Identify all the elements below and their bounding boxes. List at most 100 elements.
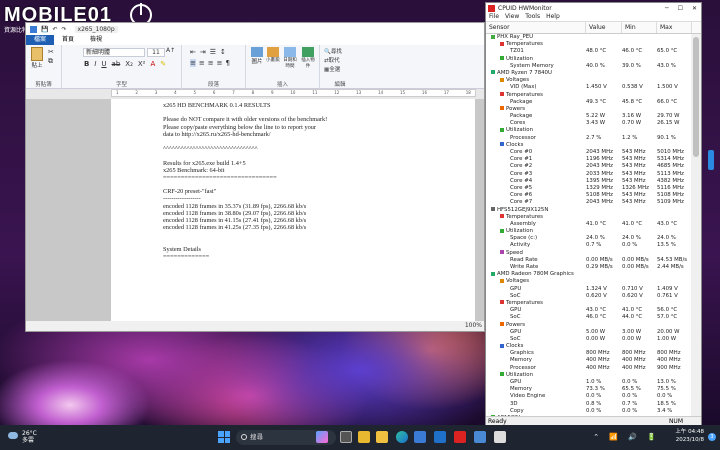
paint-drawing-button[interactable]: 小畫家繪圖: [266, 47, 280, 63]
sensor-tree[interactable]: PHX Ray_PEU Temperatures TZ01 48.0 °C 46.0 °…: [486, 34, 692, 418]
italic-icon[interactable]: I: [94, 60, 96, 68]
font-family-select[interactable]: 新細明體: [83, 48, 145, 57]
document-page[interactable]: x265 HD BENCHMARK 0.1.4 RESULTS Please do…: [111, 99, 475, 321]
scrollbar-thumb[interactable]: [693, 37, 699, 157]
insert-object-button[interactable]: 插入物件: [300, 47, 316, 69]
explorer-icon[interactable]: [358, 431, 370, 443]
side-panel-handle[interactable]: [708, 150, 714, 170]
text-color-icon[interactable]: A: [151, 60, 156, 68]
sensor-row[interactable]: Voltages: [486, 278, 692, 285]
hwmonitor-taskbar-icon[interactable]: [454, 431, 466, 443]
font-size-select[interactable]: 11: [147, 48, 165, 57]
sensor-row[interactable]: Memory 400 MHz 400 MHz 400 MHz: [486, 357, 692, 364]
store-icon[interactable]: [414, 431, 426, 443]
datetime-button[interactable]: 日期和時間: [282, 47, 298, 69]
document-area[interactable]: x265 HD BENCHMARK 0.1.4 RESULTS Please do…: [26, 99, 484, 321]
tab-view[interactable]: 檢視: [82, 35, 110, 45]
sensor-row[interactable]: Package 49.3 °C 45.8 °C 66.0 °C: [486, 99, 692, 106]
mail-icon[interactable]: [434, 431, 446, 443]
sensor-row[interactable]: 3D 0.8 % 0.7 % 18.5 %: [486, 401, 692, 408]
sensor-row[interactable]: Core #5 1329 MHz 1326 MHz 5116 MHz: [486, 185, 692, 192]
superscript-icon[interactable]: X²: [138, 60, 146, 68]
sensor-row[interactable]: Space (c:) 24.0 % 24.0 % 24.0 %: [486, 235, 692, 242]
maximize-icon[interactable]: ☐: [678, 5, 683, 12]
sensor-row[interactable]: Powers: [486, 322, 692, 329]
sensor-row[interactable]: GPU 43.0 °C 41.0 °C 56.0 °C: [486, 307, 692, 314]
redo-icon[interactable]: ↷: [62, 26, 67, 33]
sensor-row[interactable]: Read Rate 0.00 MB/s 0.00 MB/s 54.53 MB/s: [486, 257, 692, 264]
sensor-row[interactable]: HFS512GEJ9X125N: [486, 207, 692, 214]
select-all-button[interactable]: ▦全選: [324, 65, 340, 73]
sensor-row[interactable]: Utilization: [486, 127, 692, 134]
align-left-icon[interactable]: ≡: [190, 59, 196, 67]
weather-widget[interactable]: 26°C 多雲: [8, 430, 37, 444]
menu-file[interactable]: File: [489, 13, 499, 21]
subscript-icon[interactable]: X₂: [125, 60, 133, 68]
clock[interactable]: 上午 04:48 2023/10/8: [675, 428, 704, 444]
menu-view[interactable]: View: [505, 13, 519, 21]
copy-icon[interactable]: ⧉: [48, 57, 53, 66]
bold-icon[interactable]: B: [84, 60, 89, 68]
sensor-row[interactable]: AMD Ryzen 7 7840U: [486, 70, 692, 77]
sensor-row[interactable]: Processor 400 MHz 400 MHz 900 MHz: [486, 365, 692, 372]
copilot-icon[interactable]: [316, 431, 328, 443]
picture-button[interactable]: 圖片: [250, 47, 264, 65]
menu-tools[interactable]: Tools: [525, 13, 540, 21]
sensor-row[interactable]: VID (Max) 1.450 V 0.538 V 1.500 V: [486, 84, 692, 91]
quick-save-icon[interactable]: 💾: [41, 26, 48, 33]
sensor-row[interactable]: Core #0 2043 MHz 543 MHz 5010 MHz: [486, 149, 692, 156]
hwmonitor-titlebar[interactable]: CPUID HWMonitor ─ ☐ ✕: [486, 3, 701, 13]
close-icon[interactable]: ✕: [692, 5, 697, 12]
system-tray[interactable]: ⌃ 📶 🔊 🔋: [593, 433, 660, 441]
col-max[interactable]: Max: [657, 22, 692, 33]
sensor-row[interactable]: Video Engine 0.0 % 0.0 % 0.0 %: [486, 393, 692, 400]
sensor-row[interactable]: SoC 0.00 W 0.00 W 1.00 W: [486, 336, 692, 343]
sensor-row[interactable]: SoC 46.0 °C 44.0 °C 57.0 °C: [486, 314, 692, 321]
sensor-row[interactable]: Utilization: [486, 372, 692, 379]
sensor-row[interactable]: SoC 0.620 V 0.620 V 0.761 V: [486, 293, 692, 300]
sensor-row[interactable]: Temperatures: [486, 41, 692, 48]
sensor-row[interactable]: Speed: [486, 250, 692, 257]
sensor-row[interactable]: System Memory 40.0 % 39.0 % 43.0 %: [486, 63, 692, 70]
sensor-row[interactable]: Clocks: [486, 343, 692, 350]
align-right-icon[interactable]: ≡: [208, 59, 214, 67]
paste-button[interactable]: 貼上: [30, 47, 44, 69]
align-center-icon[interactable]: ≡: [199, 59, 205, 67]
replace-button[interactable]: ⇄取代: [324, 56, 340, 64]
decrease-indent-icon[interactable]: ⇤: [190, 48, 196, 56]
sensor-row[interactable]: Core #4 1395 MHz 543 MHz 4382 MHz: [486, 178, 692, 185]
task-view-icon[interactable]: [340, 431, 352, 443]
sensor-row[interactable]: Utilization: [486, 56, 692, 63]
justify-icon[interactable]: ≡: [217, 59, 223, 67]
sensor-row[interactable]: Temperatures: [486, 214, 692, 221]
increase-indent-icon[interactable]: ⇥: [200, 48, 206, 56]
menu-help[interactable]: Help: [546, 13, 560, 21]
highlight-icon[interactable]: ✎: [160, 60, 166, 68]
sensor-row[interactable]: Package 5.22 W 3.16 W 29.70 W: [486, 113, 692, 120]
undo-icon[interactable]: ↶: [52, 26, 57, 33]
sensor-row[interactable]: AMD Radeon 780M Graphics: [486, 271, 692, 278]
tab-home[interactable]: 首頁: [54, 35, 82, 45]
sensor-row[interactable]: Temperatures: [486, 92, 692, 99]
col-min[interactable]: Min: [622, 22, 657, 33]
sensor-row[interactable]: Voltages: [486, 77, 692, 84]
notification-badge[interactable]: 3: [708, 433, 716, 441]
sensor-row[interactable]: Cores 3.43 W 0.70 W 26.15 W: [486, 120, 692, 127]
sensor-row[interactable]: PHX Ray_PEU: [486, 34, 692, 41]
find-button[interactable]: 🔍尋找: [324, 47, 342, 55]
edge-icon[interactable]: [396, 431, 408, 443]
sensor-row[interactable]: GPU 1.324 V 0.710 V 1.409 V: [486, 286, 692, 293]
col-value[interactable]: Value: [586, 22, 622, 33]
sensor-row[interactable]: Graphics 800 MHz 800 MHz 800 MHz: [486, 350, 692, 357]
sensor-row[interactable]: Clocks: [486, 142, 692, 149]
sensor-row[interactable]: Core #3 2033 MHz 543 MHz 5113 MHz: [486, 171, 692, 178]
notepad-taskbar-icon[interactable]: [494, 431, 506, 443]
col-sensor[interactable]: Sensor: [486, 22, 586, 33]
cut-icon[interactable]: ✂: [48, 48, 54, 56]
sensor-row[interactable]: Assembly 41.0 °C 41.0 °C 43.0 °C: [486, 221, 692, 228]
wordpad-titlebar[interactable]: 💾 ↶ ↷ x265_1080p: [26, 23, 484, 35]
sensor-row[interactable]: Powers: [486, 106, 692, 113]
minimize-icon[interactable]: ─: [665, 5, 669, 12]
sensor-row[interactable]: Utilization: [486, 228, 692, 235]
sensor-row[interactable]: Memory 73.3 % 65.5 % 75.5 %: [486, 386, 692, 393]
